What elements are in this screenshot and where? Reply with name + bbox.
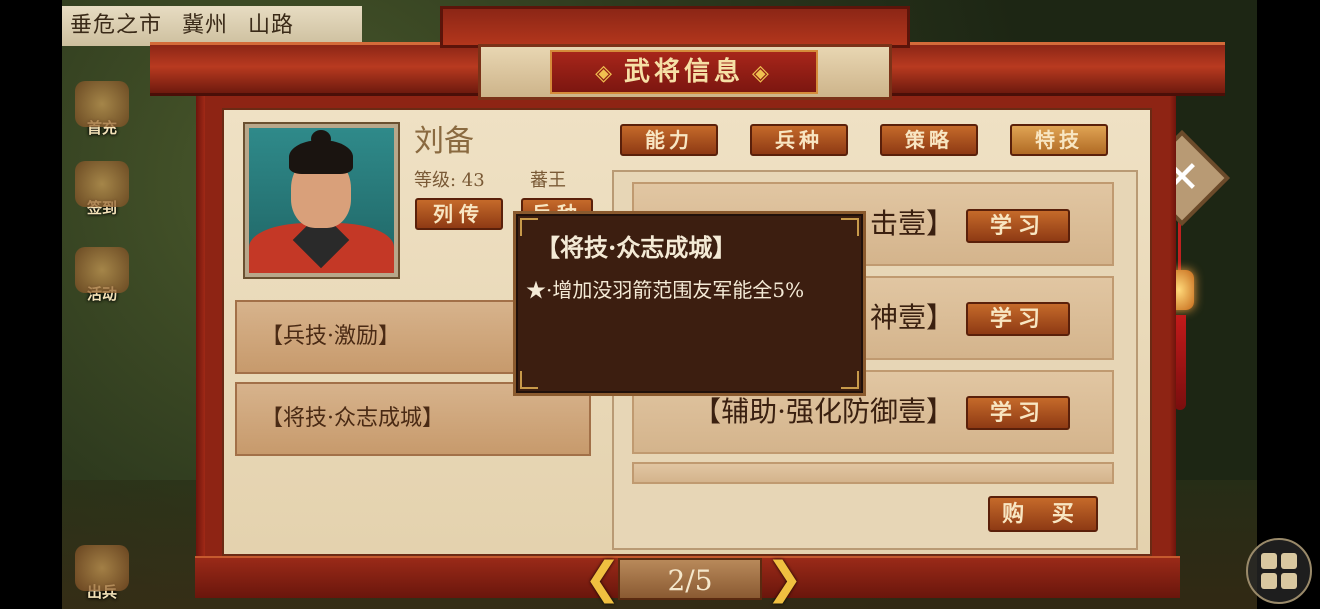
buy-button[interactable]: 购 买 xyxy=(988,496,1098,532)
hero-name: 刘备 xyxy=(414,124,474,159)
location-place: 山路 xyxy=(248,13,295,38)
tab-special-skill[interactable]: 特技 xyxy=(1010,124,1108,156)
tab-troop-type[interactable]: 兵种 xyxy=(750,124,848,156)
page-indicator: 2/5 xyxy=(618,558,762,600)
hero-portrait xyxy=(249,128,394,273)
grid-menu-icon xyxy=(1281,573,1297,589)
event-icon xyxy=(75,247,129,293)
biography-button[interactable]: 列传 xyxy=(415,198,503,230)
portrait-topknot xyxy=(311,130,331,148)
tab-strategy[interactable]: 策略 xyxy=(880,124,978,156)
tooltip-corner xyxy=(520,371,538,389)
grid-menu-icon xyxy=(1261,573,1277,589)
event-button[interactable]: 活动 xyxy=(66,232,138,304)
title-ornament-right-icon: ◈ xyxy=(752,60,773,86)
tooltip-description: ★·增加没羽箭范围友军能全5% xyxy=(526,278,805,302)
tooltip-title: 【将技·众志成城】 xyxy=(536,233,737,262)
learn-button[interactable]: 学习 xyxy=(966,209,1070,243)
dispatch-troops-button[interactable]: 出兵 xyxy=(66,530,138,602)
learn-button[interactable]: 学习 xyxy=(966,396,1070,430)
dialog-title-text: 武将信息 xyxy=(623,57,744,87)
tooltip-corner xyxy=(841,218,859,236)
skill-list-item xyxy=(632,462,1114,484)
scroll-brush-icon xyxy=(75,161,129,207)
dialog-title: ◈ 武将信息 ◈ xyxy=(550,50,818,94)
grid-menu-icon xyxy=(1261,553,1277,569)
location-region: 冀州 xyxy=(182,13,229,38)
grid-menu-icon xyxy=(1281,553,1297,569)
tooltip-corner xyxy=(841,371,859,389)
first-recharge-button[interactable]: 首充 xyxy=(66,66,138,138)
grid-menu-button[interactable] xyxy=(1246,538,1312,604)
skill-name: 神壹】 xyxy=(869,301,954,334)
location-bar: 垂危之市 冀州 山路 xyxy=(62,6,362,46)
location-area: 垂危之市 xyxy=(70,13,163,38)
sign-in-button[interactable]: 签到 xyxy=(66,146,138,218)
hero-level: 等级: 43 xyxy=(414,170,485,191)
treasure-chest-icon xyxy=(75,81,129,127)
dialog-roof-top xyxy=(440,6,910,48)
previous-page-button[interactable]: ❮ xyxy=(584,556,621,602)
war-drum-icon xyxy=(75,545,129,591)
hero-rank: 蕃王 xyxy=(530,170,566,191)
learn-button[interactable]: 学习 xyxy=(966,302,1070,336)
skill-name: 击壹】 xyxy=(869,207,954,240)
title-ornament-left-icon: ◈ xyxy=(595,60,616,86)
tab-ability[interactable]: 能力 xyxy=(620,124,718,156)
next-page-button[interactable]: ❯ xyxy=(766,556,803,602)
